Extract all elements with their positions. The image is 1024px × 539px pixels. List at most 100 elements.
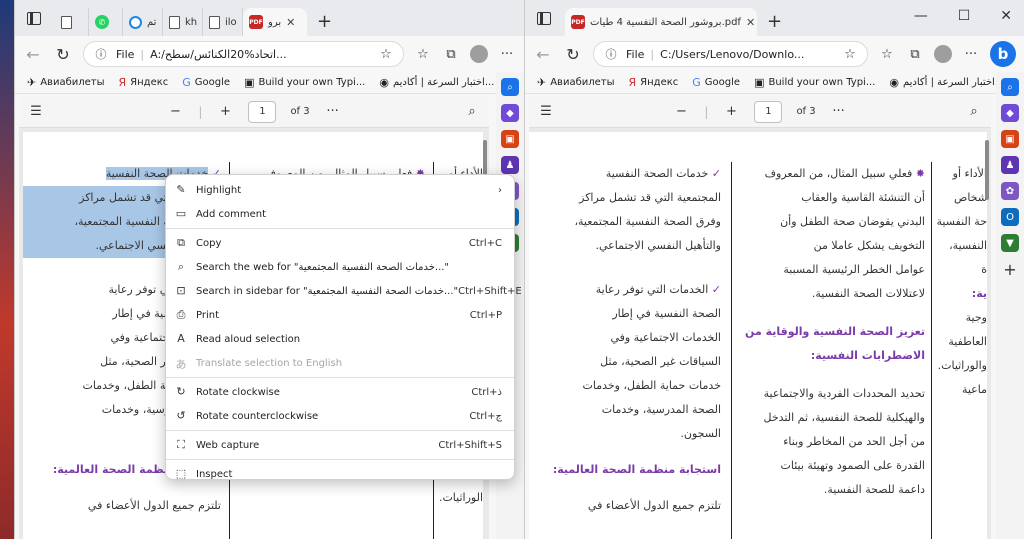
search-sidebar-icon[interactable]: ⌕ <box>501 78 519 96</box>
menu-item-highlight[interactable]: ✎ Highlight › <box>166 178 514 202</box>
more-icon[interactable]: ··· <box>962 45 980 63</box>
contents-icon[interactable]: ☰ <box>27 103 45 121</box>
desktop-background <box>0 0 14 539</box>
tab-actions-icon[interactable] <box>27 12 41 25</box>
close-tab-icon[interactable]: ✕ <box>286 16 295 29</box>
address-bar[interactable]: ⓘ File | C:/Users/Lenovo/Downlo... ☆ <box>593 41 868 67</box>
new-tab-button[interactable]: + <box>307 11 342 32</box>
favorite-item[interactable]: ▣ Build your own Typi... <box>754 76 875 89</box>
collections-icon[interactable]: ⧉ <box>442 45 460 63</box>
menu-item-search-sidebar[interactable]: ⊡ Search in sidebar for "خدمات الصحة النف… <box>166 279 521 303</box>
drop-icon[interactable]: ▼ <box>1001 234 1019 252</box>
tab-5[interactable]: ilo <box>203 8 243 36</box>
page-number-input[interactable]: 1 <box>754 100 783 123</box>
tab-4[interactable]: kh <box>163 8 203 36</box>
back-button[interactable]: ← <box>23 45 43 64</box>
plane-icon: ✈ <box>537 76 547 89</box>
plane-icon: ✈ <box>27 76 37 89</box>
refresh-button[interactable]: ↻ <box>563 45 583 64</box>
more-icon[interactable]: ··· <box>498 45 516 63</box>
refresh-button[interactable]: ↻ <box>53 45 73 64</box>
new-tab-button[interactable]: + <box>757 11 792 32</box>
yandex-icon: Я <box>118 76 127 89</box>
favorites-icon[interactable]: ☆ <box>878 45 896 63</box>
games-icon[interactable]: ♟ <box>501 156 519 174</box>
minimize-icon[interactable]: — <box>914 8 928 24</box>
address-separator: | <box>140 47 145 61</box>
contents-icon[interactable]: ☰ <box>537 103 555 121</box>
vertical-scrollbar[interactable] <box>985 140 989 200</box>
tag-icon[interactable]: ◆ <box>501 104 519 122</box>
close-tab-icon[interactable]: ✕ <box>746 16 755 29</box>
menu-item-read-aloud[interactable]: A Read aloud selection <box>166 327 514 351</box>
tabs: ✆ تم kh ilo PDF برو ✕ + <box>55 6 342 36</box>
zoom-out-icon[interactable]: − <box>672 103 690 121</box>
tag-icon[interactable]: ◆ <box>1001 104 1019 122</box>
tab-3[interactable]: تم <box>123 8 163 36</box>
menu-item-web-capture[interactable]: ⛶ Web capture Ctrl+Shift+S <box>166 433 514 457</box>
address-bar[interactable]: ⓘ File | A:/اتحاد%20الكنائس/سطح... ☆ <box>83 41 404 67</box>
rotate-ccw-icon: ↺ <box>176 409 186 422</box>
pdf-page: ✓ خدمات الصحة النفسية المجتمعية التي قد … <box>529 132 987 539</box>
typing-icon: ▣ <box>244 76 255 89</box>
pdf-viewer: ☰ − | + 1 of 3 ··· ⌕ ✓ خدمات الصحة النفس… <box>529 96 991 539</box>
menu-item-inspect[interactable]: ⬚ Inspect <box>166 462 514 486</box>
browser-toolbar: ← ↻ ⓘ File | C:/Users/Lenovo/Downlo... ☆… <box>525 36 1024 72</box>
favorite-item[interactable]: ◉اختبار السرعة | أكاديم... <box>889 76 1004 89</box>
pdf-icon: PDF <box>571 15 585 29</box>
page-number-input[interactable]: 1 <box>248 100 277 123</box>
favorite-star-icon[interactable]: ☆ <box>841 45 859 63</box>
favorite-item[interactable]: ▣ Build your own Typi... <box>244 76 365 89</box>
typing-icon: ▣ <box>754 76 765 89</box>
favorite-item[interactable]: G Google <box>692 76 740 89</box>
games-icon[interactable]: ♟ <box>1001 156 1019 174</box>
zoom-in-icon[interactable]: + <box>216 103 234 121</box>
toolbox-icon[interactable]: ▣ <box>1001 130 1019 148</box>
zoom-in-icon[interactable]: + <box>722 103 740 121</box>
more-options-icon[interactable]: ··· <box>830 103 848 121</box>
favorite-item[interactable]: Я Яндекс <box>629 76 679 89</box>
favorite-item[interactable]: ◉اختبار السرعة | أكاديم... <box>379 76 494 89</box>
favorite-item[interactable]: ✈ Авиабилеты <box>27 76 105 89</box>
translate-icon: あ <box>175 358 187 371</box>
back-button[interactable]: ← <box>533 45 553 64</box>
tab-active[interactable]: PDF بروشور الصحة النفسية 4 طيات.pdf ✕ <box>565 8 757 36</box>
menu-item-search-web[interactable]: ⌕ Search the web for "خدمات الصحة النفسية… <box>166 255 514 279</box>
menu-item-rotate-clockwise[interactable]: ↻ Rotate clockwise Ctrl+ذ <box>166 380 514 404</box>
section-heading: الاضطرابات النفسية: <box>810 349 925 362</box>
add-sidebar-icon[interactable]: + <box>1001 260 1019 279</box>
menu-item-rotate-counterclockwise[interactable]: ↺ Rotate counterclockwise Ctrl+ج <box>166 404 514 428</box>
toolbox-icon[interactable]: ▣ <box>501 130 519 148</box>
tab-active[interactable]: PDF برو ✕ <box>243 8 307 36</box>
favorite-item[interactable]: Я Яндекс <box>119 76 169 89</box>
zoom-out-icon[interactable]: − <box>166 103 184 121</box>
favorite-star-icon[interactable]: ☆ <box>377 45 395 63</box>
profile-avatar[interactable] <box>934 45 952 63</box>
bing-copilot-icon[interactable]: b <box>990 41 1016 67</box>
close-window-icon[interactable]: ✕ <box>1000 8 1012 24</box>
info-icon[interactable]: ⓘ <box>602 45 620 63</box>
favorite-item[interactable]: G Google <box>182 76 230 89</box>
search-sidebar-icon[interactable]: ⌕ <box>1001 78 1019 96</box>
more-options-icon[interactable]: ··· <box>324 103 342 121</box>
sidebar-search-icon: ⊡ <box>176 284 186 297</box>
collections-icon[interactable]: ⧉ <box>906 45 924 63</box>
menu-item-add-comment[interactable]: ▭ Add comment <box>166 202 514 226</box>
menu-item-copy[interactable]: ⧉ Copy Ctrl+C <box>166 231 514 255</box>
search-icon[interactable]: ⌕ <box>463 103 481 121</box>
menu-item-print[interactable]: ⎙ Print Ctrl+P <box>166 303 514 327</box>
tab-1[interactable] <box>55 8 89 36</box>
outlook-icon[interactable]: O <box>1001 208 1019 226</box>
tab-actions-icon[interactable] <box>537 12 551 25</box>
info-icon[interactable]: ⓘ <box>92 45 110 63</box>
profile-avatar[interactable] <box>470 45 488 63</box>
search-icon[interactable]: ⌕ <box>965 103 983 121</box>
speed-icon: ◉ <box>379 76 389 89</box>
page-column-right: ✸ فعلي سبيل المثال، من المعروف أن التنشئ… <box>733 162 925 539</box>
maximize-icon[interactable]: ☐ <box>958 8 971 24</box>
tab-2[interactable]: ✆ <box>89 8 123 36</box>
favorites-icon[interactable]: ☆ <box>414 45 432 63</box>
favorite-item[interactable]: ✈ Авиабилеты <box>537 76 615 89</box>
page-column-mid: ✓ خدمات الصحة النفسية المجتمعية التي قد … <box>531 162 721 539</box>
copilot-icon[interactable]: ✿ <box>1001 182 1019 200</box>
